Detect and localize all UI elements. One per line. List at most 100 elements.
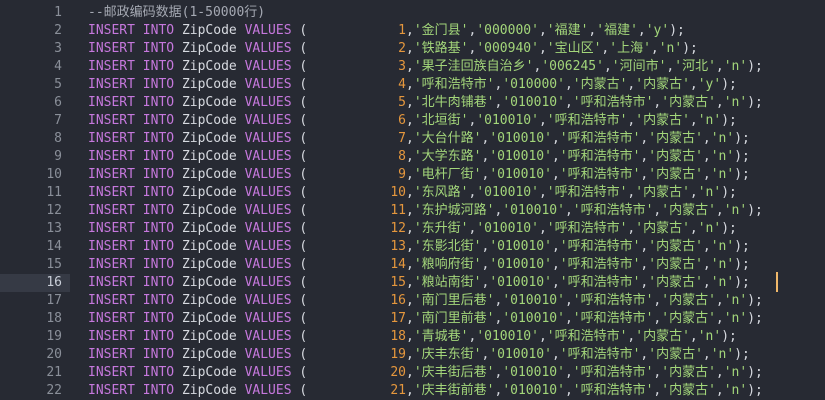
comma: ,: [406, 77, 414, 92]
line-number: 22: [46, 383, 62, 398]
table-name: ZipCode: [181, 149, 237, 164]
line-number: 20: [46, 347, 62, 362]
keyword-values: VALUES: [244, 185, 292, 200]
values-list: ,'粮站南街','010010','呼和浩特市','内蒙古','n');: [406, 274, 750, 292]
insert-statement-prefix: INSERT INTO ZipCode VALUES (: [88, 94, 307, 112]
place-name-value: '电杆厂街': [413, 167, 482, 182]
table-name: ZipCode: [181, 185, 237, 200]
province-value: '内蒙古': [648, 347, 703, 362]
comma: ,: [538, 113, 547, 128]
zipcode-value: '010010': [476, 221, 539, 236]
open-paren: (: [299, 383, 308, 398]
zipcode-value: '010010': [476, 329, 539, 344]
city-value: '呼和浩特市': [572, 95, 654, 110]
row-id-value: 3: [398, 59, 406, 74]
close-paren: );: [734, 239, 750, 254]
open-paren: (: [299, 131, 308, 146]
comment-text: --邮政编码数据(1-50000行): [88, 5, 266, 20]
code-line-5: 5 INSERT INTO ZipCode VALUES (4 ,'呼和浩特市','…: [0, 76, 825, 94]
line-number: 3: [54, 41, 62, 56]
zipcode-value: '010010': [502, 311, 565, 326]
comma: ,: [406, 365, 414, 380]
code-line-3: 3 INSERT INTO ZipCode VALUES (2 ,'铁路基','00…: [0, 40, 825, 58]
keyword-values: VALUES: [244, 365, 292, 380]
table-name: ZipCode: [181, 221, 237, 236]
keyword-into: INTO: [142, 185, 175, 200]
values-list: ,'粮响府街','010010','呼和浩特市','内蒙古','n');: [406, 256, 750, 274]
place-name-value: '北垣街': [413, 113, 469, 128]
city-value: '呼和浩特市': [559, 239, 641, 254]
province-value: '内蒙古': [635, 221, 690, 236]
comma: ,: [406, 23, 414, 38]
values-list: ,'铁路基','000940','宝山区','上海','n');: [406, 40, 698, 58]
zipcode-value: '010010': [489, 131, 552, 146]
table-name: ZipCode: [181, 257, 237, 272]
city-value: '福建': [546, 23, 589, 38]
open-paren: (: [299, 59, 308, 74]
keyword-insert: INSERT: [88, 203, 135, 218]
values-list: ,'东风路','010010','呼和浩特市','内蒙古','n');: [406, 184, 737, 202]
province-value: '内蒙古': [661, 293, 716, 308]
keyword-into: INTO: [142, 275, 175, 290]
open-paren: (: [299, 185, 308, 200]
row-id-value: 8: [398, 149, 406, 164]
keyword-values: VALUES: [244, 131, 292, 146]
comma: ,: [689, 113, 698, 128]
row-id-value: 9: [398, 167, 406, 182]
place-name-value: '庆丰东街': [413, 347, 482, 362]
insert-statement-prefix: INSERT INTO ZipCode VALUES (: [88, 22, 307, 40]
values-list: ,'庆丰街前巷','010010','呼和浩特市','内蒙古','n');: [406, 382, 763, 400]
comma: ,: [564, 311, 573, 326]
open-paren: (: [299, 23, 308, 38]
flag-value: 'n': [723, 203, 748, 218]
city-value: '内蒙古': [572, 77, 628, 92]
close-paren: );: [747, 383, 763, 398]
comma: ,: [406, 221, 414, 236]
zipcode-value: '010010': [489, 257, 552, 272]
keyword-values: VALUES: [244, 239, 292, 254]
row-id-value: 15: [390, 275, 406, 290]
row-id-value: 6: [398, 113, 406, 128]
comma: ,: [715, 311, 724, 326]
row-id-value: 11: [390, 203, 406, 218]
place-name-value: '果子洼回族自治乡': [413, 59, 534, 74]
keyword-into: INTO: [142, 221, 175, 236]
city-value: '呼和浩特市': [572, 293, 654, 308]
comma: ,: [702, 131, 711, 146]
keyword-into: INTO: [142, 203, 175, 218]
line-number: 9: [54, 149, 62, 164]
code-line-9: 9 INSERT INTO ZipCode VALUES (8 ,'大学东路','0…: [0, 148, 825, 166]
place-name-value: '庆丰街前巷': [413, 383, 495, 398]
code-editor[interactable]: 1 --邮政编码数据(1-50000行) 2 INSERT INTO ZipCod…: [0, 0, 825, 400]
comma: ,: [406, 203, 414, 218]
province-value: '内蒙古': [661, 203, 716, 218]
row-id-value: 12: [390, 221, 406, 236]
keyword-values: VALUES: [244, 383, 292, 398]
comma: ,: [564, 95, 573, 110]
text-cursor: [776, 272, 778, 292]
city-value: '呼和浩特市': [559, 347, 641, 362]
close-paren: );: [721, 329, 737, 344]
zipcode-value: '010010': [489, 347, 552, 362]
keyword-into: INTO: [142, 95, 175, 110]
comma: ,: [715, 383, 724, 398]
code-line-1: 1 --邮政编码数据(1-50000行): [0, 4, 825, 22]
keyword-insert: INSERT: [88, 221, 135, 236]
province-value: '内蒙古': [635, 77, 690, 92]
code-line-21: 21 INSERT INTO ZipCode VALUES (20 ,'庆丰街后巷'…: [0, 364, 825, 382]
keyword-insert: INSERT: [88, 149, 135, 164]
table-name: ZipCode: [181, 383, 237, 398]
comma: ,: [406, 329, 414, 344]
close-paren: );: [734, 347, 750, 362]
values-list: ,'大台什路','010010','呼和浩特市','内蒙古','n');: [406, 130, 750, 148]
keyword-insert: INSERT: [88, 329, 135, 344]
province-value: '内蒙古': [648, 167, 703, 182]
insert-statement-prefix: INSERT INTO ZipCode VALUES (: [88, 274, 307, 292]
insert-statement-prefix: INSERT INTO ZipCode VALUES (: [88, 40, 307, 58]
code-line-12: 12 INSERT INTO ZipCode VALUES (11 ,'东护城河路'…: [0, 202, 825, 220]
city-value: '呼和浩特市': [546, 185, 628, 200]
keyword-insert: INSERT: [88, 59, 135, 74]
line-number: 1: [54, 5, 62, 20]
comma: ,: [715, 95, 724, 110]
province-value: '河北': [674, 59, 716, 74]
